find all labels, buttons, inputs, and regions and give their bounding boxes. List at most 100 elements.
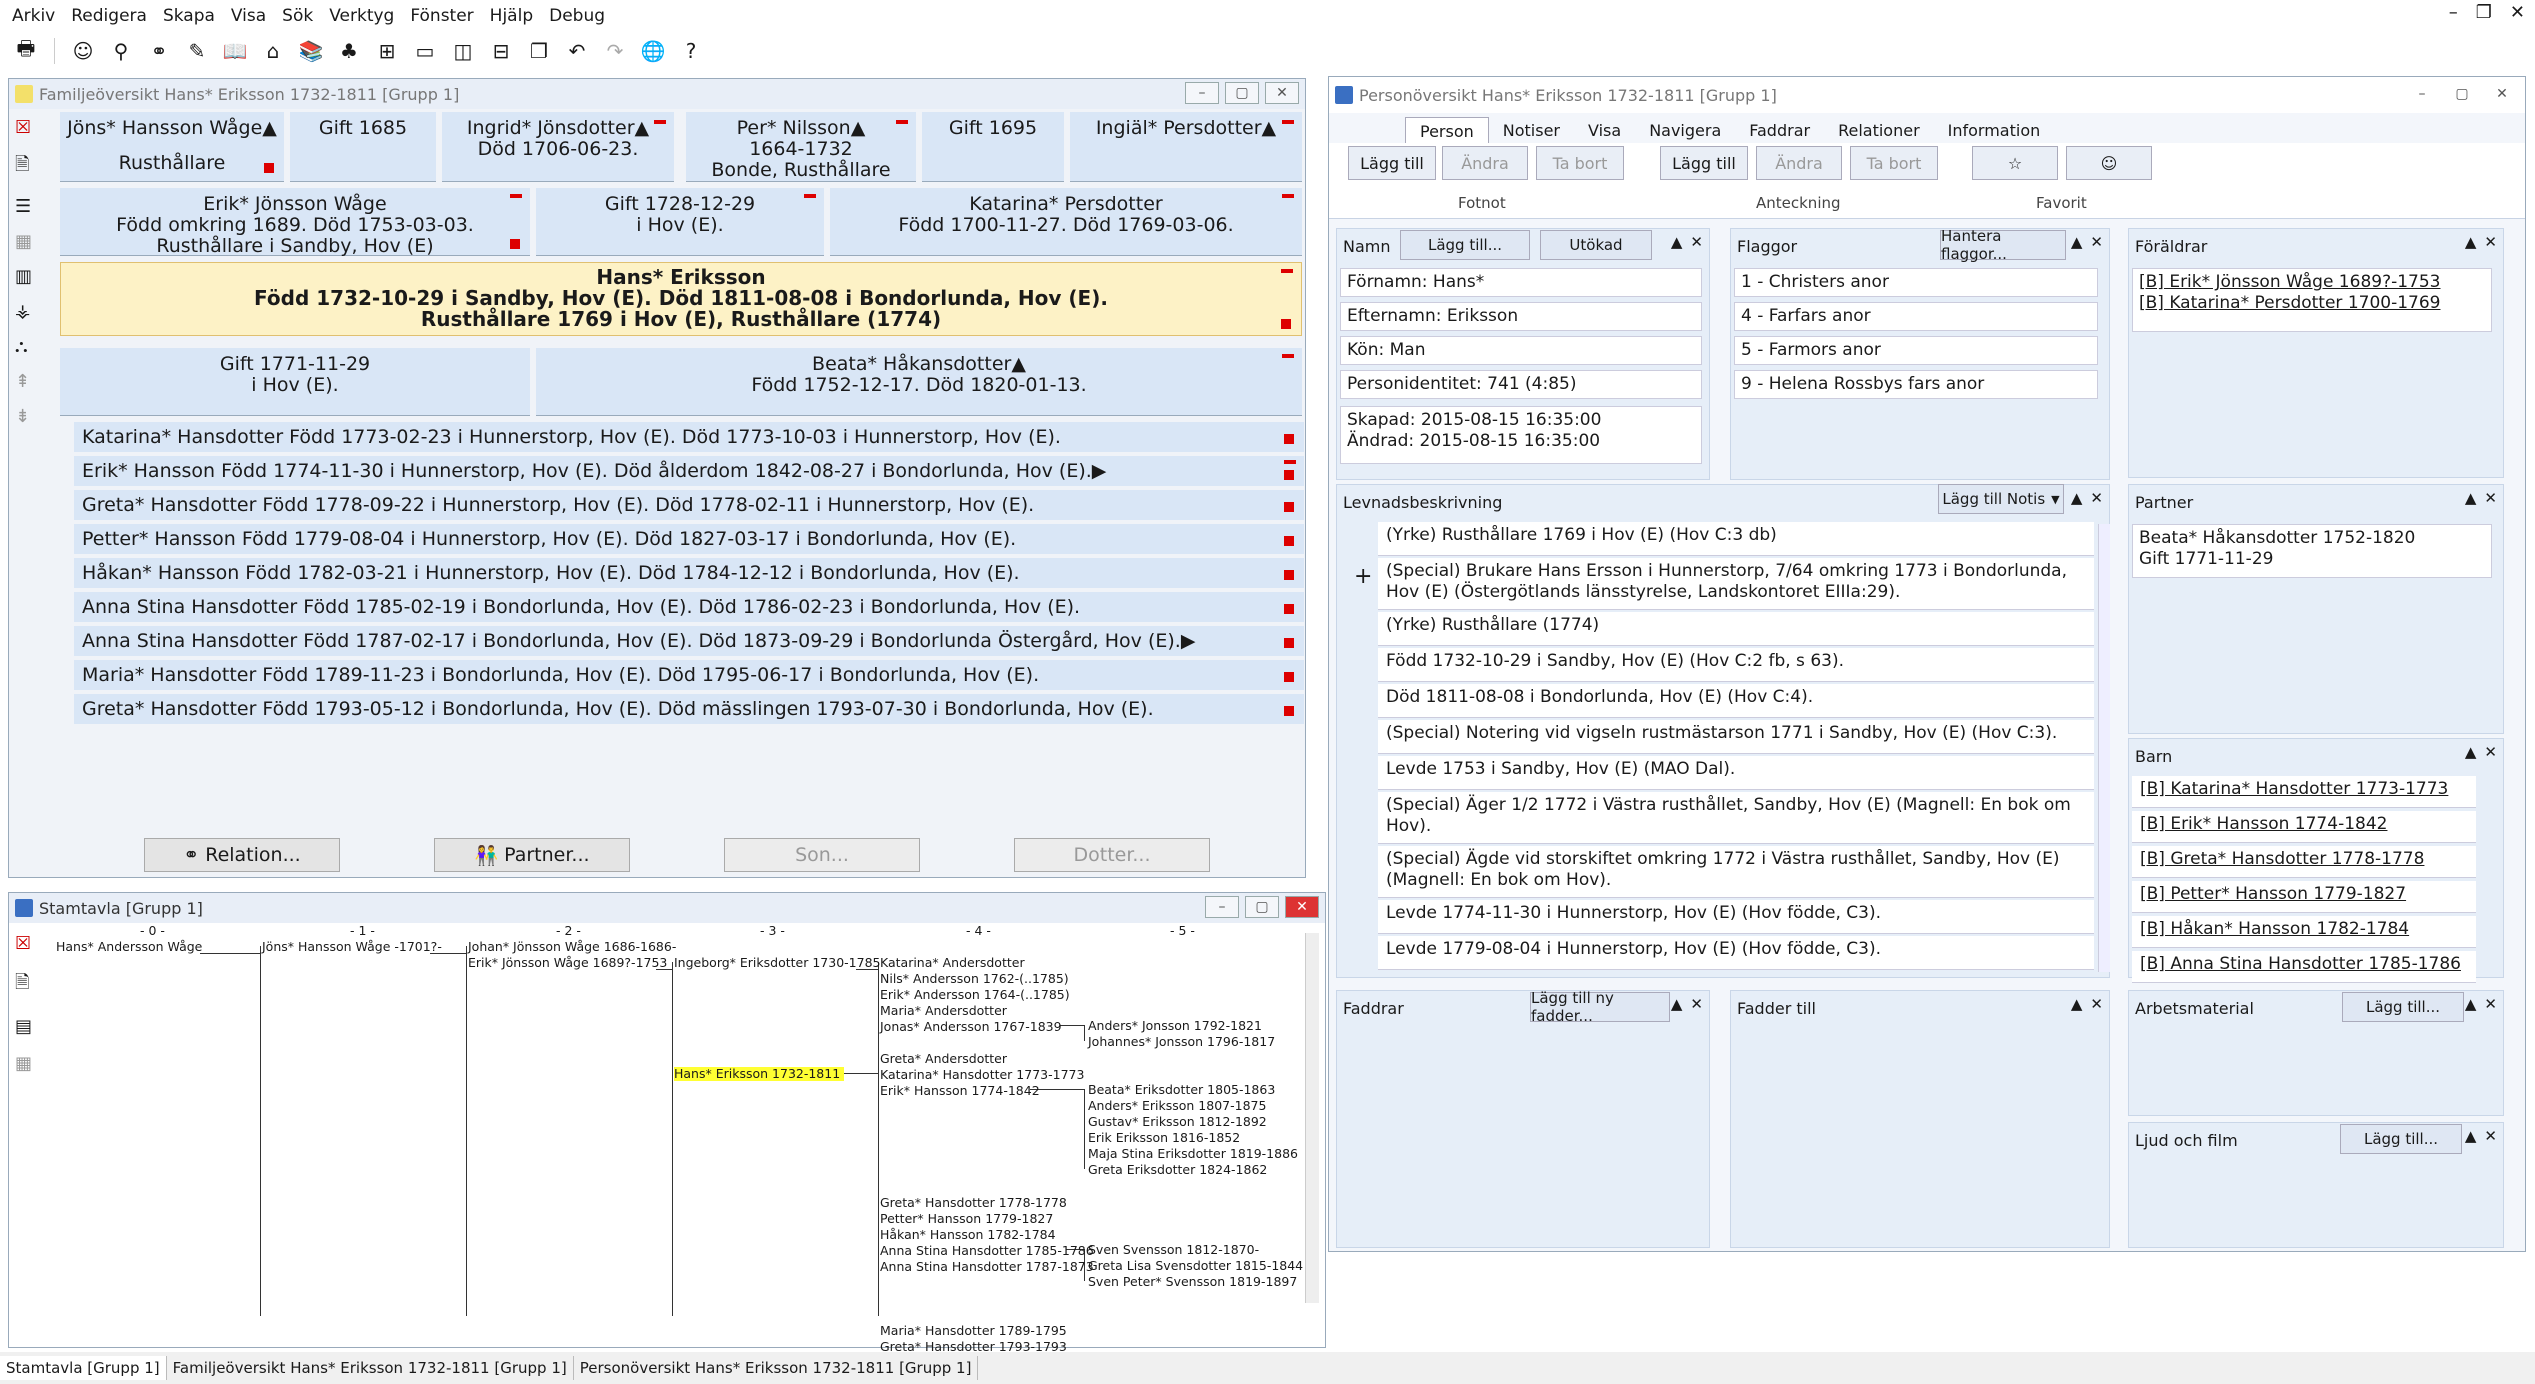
grandmother-paternal-card[interactable]: Ingrid* Jönsdotter▲ Död 1706-06-23. bbox=[442, 112, 674, 182]
grandparents-maternal-marriage[interactable]: Gift 1695 bbox=[922, 112, 1064, 182]
favorite-add-button[interactable]: ☆ bbox=[1972, 146, 2058, 180]
taskbar-item-stamtavla[interactable]: Stamtavla [Grupp 1] bbox=[0, 1356, 167, 1380]
search-person-icon[interactable]: ⚲ bbox=[105, 36, 137, 66]
books-icon[interactable]: 📚 bbox=[295, 36, 327, 66]
footnote-add-button[interactable]: Lägg till bbox=[1348, 146, 1436, 180]
pedigree-person[interactable]: Petter* Hansson 1779-1827 bbox=[880, 1212, 1053, 1226]
window-icon[interactable]: ▭ bbox=[409, 36, 441, 66]
partner-button[interactable]: 👫 Partner... bbox=[434, 838, 630, 872]
collapse-icon[interactable]: ▲ bbox=[2465, 489, 2477, 507]
child-row[interactable]: Greta* Hansdotter Född 1778-09-22 i Hunn… bbox=[74, 490, 1304, 520]
edit-icon[interactable]: ✎ bbox=[181, 36, 213, 66]
tab-notiser[interactable]: Notiser bbox=[1489, 117, 1574, 145]
taskbar-item-personoversikt[interactable]: Personöversikt Hans* Eriksson 1732-1811 … bbox=[574, 1356, 979, 1380]
delete-icon[interactable]: ☒ bbox=[15, 117, 32, 138]
add-workmaterial-button[interactable]: Lägg till... bbox=[2342, 992, 2464, 1022]
document-icon[interactable]: 🗎 bbox=[15, 970, 32, 1000]
namn-add-button[interactable]: Lägg till... bbox=[1400, 230, 1530, 260]
close-icon[interactable]: ✕ bbox=[2484, 233, 2497, 251]
menu-skapa[interactable]: Skapa bbox=[155, 6, 223, 26]
grandmother-maternal-card[interactable]: Ingiäl* Persdotter▲ bbox=[1070, 112, 1302, 182]
pedigree-person[interactable]: Nils* Andersson 1762-(..1785) bbox=[880, 972, 1069, 986]
maximize-icon[interactable]: ▢ bbox=[1225, 82, 1259, 104]
maximize-icon[interactable]: ▢ bbox=[1245, 896, 1279, 918]
pedigree-person[interactable]: Hans* Andersson Wåge bbox=[56, 940, 202, 954]
restore-icon[interactable]: ❐ bbox=[2476, 2, 2492, 23]
tab-relationer[interactable]: Relationer bbox=[1824, 117, 1934, 145]
close-icon[interactable]: ✕ bbox=[1265, 82, 1299, 104]
collapse-icon[interactable]: ▲ bbox=[2071, 995, 2083, 1013]
collapse-icon[interactable]: ▲ bbox=[2465, 1127, 2477, 1145]
life-event-item[interactable]: (Yrke) Rusthållare 1769 i Hov (E) (Hov C… bbox=[1378, 522, 2094, 556]
minimize-icon[interactable]: – bbox=[1205, 896, 1239, 918]
child-row[interactable]: Erik* Hansson Född 1774-11-30 i Hunnerst… bbox=[74, 456, 1304, 486]
close-icon[interactable]: ✕ bbox=[2090, 995, 2103, 1013]
pedigree-person[interactable]: Erik* Andersson 1764-(..1785) bbox=[880, 988, 1070, 1002]
parent-link[interactable]: [B] Katarina* Persdotter 1700-1769 bbox=[2139, 293, 2485, 314]
tree-icon[interactable]: ♣ bbox=[333, 36, 365, 66]
life-event-item[interactable]: (Special) Äger 1/2 1772 i Västra rusthål… bbox=[1378, 792, 2094, 844]
child-link[interactable]: [B] Katarina* Hansdotter 1773-1773 bbox=[2132, 776, 2476, 808]
tab-information[interactable]: Information bbox=[1934, 117, 2055, 145]
grandfather-paternal-card[interactable]: Jöns* Hansson Wåge▲ Rusthållare bbox=[60, 112, 284, 182]
collapse-icon[interactable]: ▲ bbox=[2071, 489, 2083, 507]
namn-expand-button[interactable]: Utökad bbox=[1540, 230, 1652, 260]
pedigree-person[interactable]: Maja Stina Eriksdotter 1819-1886 bbox=[1088, 1147, 1298, 1161]
close-icon[interactable]: ✕ bbox=[1285, 896, 1319, 918]
close-icon[interactable]: ✕ bbox=[2484, 1127, 2497, 1145]
expand-icon[interactable]: + bbox=[1354, 564, 1372, 589]
mother-card[interactable]: Katarina* Persdotter Född 1700-11-27. Dö… bbox=[830, 188, 1302, 256]
binoculars-icon[interactable]: ⚭ bbox=[143, 36, 175, 66]
pedigree-person[interactable]: Erik* Jönsson Wåge 1689?-1753 bbox=[468, 956, 667, 970]
footnote-delete-button[interactable]: Ta bort bbox=[1536, 146, 1624, 180]
child-link[interactable]: [B] Greta* Hansdotter 1778-1778 bbox=[2132, 846, 2476, 878]
collapse-icon[interactable]: ▲ bbox=[2465, 233, 2477, 251]
taskbar-item-familjeoversikt[interactable]: Familjeöversikt Hans* Eriksson 1732-1811… bbox=[167, 1356, 574, 1380]
flag-item[interactable]: 1 - Christers anor bbox=[1734, 268, 2098, 297]
person-up-icon[interactable]: ⇞ bbox=[15, 371, 32, 392]
child-row[interactable]: Katarina* Hansdotter Född 1773-02-23 i H… bbox=[74, 422, 1304, 452]
pedigree-person[interactable]: Erik* Hansson 1774-1842 bbox=[880, 1084, 1040, 1098]
hierarchy-icon[interactable]: ⛬ bbox=[15, 336, 32, 357]
help-icon[interactable]: ? bbox=[675, 36, 707, 66]
favorite-person-button[interactable]: ☺ bbox=[2066, 146, 2152, 180]
menu-hjalp[interactable]: Hjälp bbox=[482, 6, 541, 26]
pedigree-person-selected[interactable]: Hans* Eriksson 1732-1811 bbox=[674, 1067, 845, 1081]
pedigree-person[interactable]: Sven Peter* Svensson 1819-1897 bbox=[1088, 1275, 1297, 1289]
pedigree-person[interactable]: Greta* Andersdotter bbox=[880, 1052, 1007, 1066]
split-horizontal-icon[interactable]: ⊟ bbox=[485, 36, 517, 66]
grid-icon[interactable]: ▥ bbox=[15, 266, 32, 287]
pedigree-person[interactable]: Anders* Eriksson 1807-1875 bbox=[1088, 1099, 1266, 1113]
life-event-item[interactable]: Levde 1774-11-30 i Hunnerstorp, Hov (E) … bbox=[1378, 900, 2094, 934]
first-name-field[interactable]: Förnamn: Hans* bbox=[1340, 268, 1702, 297]
child-row[interactable]: Anna Stina Hansdotter Född 1787-02-17 i … bbox=[74, 626, 1304, 656]
globe-icon[interactable]: 🌐 bbox=[637, 36, 669, 66]
main-person-card[interactable]: Hans* Eriksson Född 1732-10-29 i Sandby,… bbox=[60, 262, 1302, 336]
last-name-field[interactable]: Efternamn: Eriksson bbox=[1340, 302, 1702, 331]
life-event-item[interactable]: Född 1732-10-29 i Sandby, Hov (E) (Hov C… bbox=[1378, 648, 2094, 682]
pedigree-scrollbar[interactable] bbox=[1305, 933, 1319, 1303]
child-link[interactable]: [B] Håkan* Hansson 1782-1784 bbox=[2132, 916, 2476, 948]
child-link[interactable]: [B] Erik* Hansson 1774-1842 bbox=[2132, 811, 2476, 843]
add-note-dropdown[interactable]: Lägg till Notis ▼ bbox=[1938, 484, 2064, 514]
life-event-item[interactable]: (Special) Notering vid vigseln rustmästa… bbox=[1378, 720, 2094, 754]
tab-faddrar[interactable]: Faddrar bbox=[1735, 117, 1824, 145]
pedigree-person[interactable]: Anders* Jonsson 1792-1821 bbox=[1088, 1019, 1262, 1033]
note-add-button[interactable]: Lägg till bbox=[1660, 146, 1748, 180]
collapse-icon[interactable]: ▲ bbox=[1671, 233, 1683, 251]
close-icon[interactable]: ✕ bbox=[2090, 489, 2103, 507]
grid-icon[interactable]: ▤ bbox=[15, 1016, 32, 1037]
pedigree-person[interactable]: Erik Eriksson 1816-1852 bbox=[1088, 1131, 1240, 1145]
person-down-icon[interactable]: ⇟ bbox=[15, 406, 32, 427]
menu-arkiv[interactable]: Arkiv bbox=[4, 6, 63, 26]
cascade-icon[interactable]: ❐ bbox=[523, 36, 555, 66]
pedigree-person[interactable]: Katarina* Hansdotter 1773-1773 bbox=[880, 1068, 1084, 1082]
child-row[interactable]: Greta* Hansdotter Född 1793-05-12 i Bond… bbox=[74, 694, 1304, 724]
parent-link[interactable]: [B] Erik* Jönsson Wåge 1689?-1753 bbox=[2139, 272, 2485, 293]
menu-fonster[interactable]: Fönster bbox=[402, 6, 481, 26]
grandfather-maternal-card[interactable]: Per* Nilsson▲ 1664-1732 Bonde, Rusthålla… bbox=[686, 112, 916, 182]
pedigree-person[interactable]: Ingeborg* Eriksdotter 1730-1785 bbox=[674, 956, 880, 970]
manage-flags-button[interactable]: Hantera flaggor... bbox=[1940, 227, 2066, 263]
pedigree-person[interactable]: Håkan* Hansson 1782-1784 bbox=[880, 1228, 1056, 1242]
pedigree-person[interactable]: Beata* Eriksdotter 1805-1863 bbox=[1088, 1083, 1275, 1097]
